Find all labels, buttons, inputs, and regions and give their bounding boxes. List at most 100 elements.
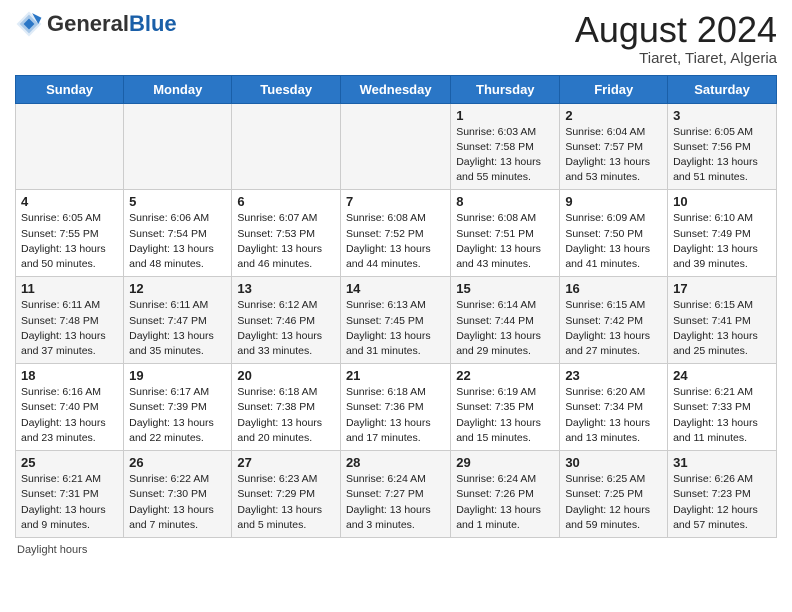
day-info: Sunrise: 6:17 AM Sunset: 7:39 PM Dayligh… [129, 385, 226, 446]
calendar-cell [340, 103, 450, 190]
calendar-cell: 14 Sunrise: 6:13 AM Sunset: 7:45 PM Dayli… [340, 277, 450, 364]
calendar-cell: 13 Sunrise: 6:12 AM Sunset: 7:46 PM Dayli… [232, 277, 341, 364]
calendar-cell: 30Sunrise: 6:25 AM Sunset: 7:25 PM Dayli… [560, 451, 668, 538]
day-number: 31 [673, 455, 771, 470]
logo-general-text: General [47, 11, 129, 36]
calendar-cell: 21 Sunrise: 6:18 AM Sunset: 7:36 PM Dayli… [340, 364, 450, 451]
day-info: Sunrise: 6:21 AM Sunset: 7:31 PM Dayligh… [21, 472, 118, 533]
daylight-label: Daylight hours [17, 544, 87, 556]
calendar-week-row: 18 Sunrise: 6:16 AM Sunset: 7:40 PM Dayli… [16, 364, 777, 451]
day-number: 8 [456, 194, 554, 209]
calendar-cell: 12Sunrise: 6:11 AM Sunset: 7:47 PM Dayli… [124, 277, 232, 364]
day-number: 14 [346, 281, 445, 296]
day-number: 1 [456, 108, 554, 123]
calendar-cell: 2 Sunrise: 6:04 AM Sunset: 7:57 PM Daylig… [560, 103, 668, 190]
day-info: Sunrise: 6:21 AM Sunset: 7:33 PM Dayligh… [673, 385, 771, 446]
calendar-cell: 22 Sunrise: 6:19 AM Sunset: 7:35 PM Dayli… [451, 364, 560, 451]
day-number: 17 [673, 281, 771, 296]
col-header-friday: Friday [560, 75, 668, 103]
day-info: Sunrise: 6:08 AM Sunset: 7:52 PM Dayligh… [346, 211, 445, 272]
col-header-saturday: Saturday [668, 75, 777, 103]
calendar-cell: 27 Sunrise: 6:23 AM Sunset: 7:29 PM Dayli… [232, 451, 341, 538]
day-info: Sunrise: 6:18 AM Sunset: 7:38 PM Dayligh… [237, 385, 335, 446]
day-number: 11 [21, 281, 118, 296]
calendar-week-row: 11 Sunrise: 6:11 AM Sunset: 7:48 PM Dayli… [16, 277, 777, 364]
day-info: Sunrise: 6:24 AM Sunset: 7:26 PM Dayligh… [456, 472, 554, 533]
calendar-week-row: 1Sunrise: 6:03 AM Sunset: 7:58 PM Daylig… [16, 103, 777, 190]
footer-note: Daylight hours [15, 544, 777, 556]
day-number: 22 [456, 368, 554, 383]
location-subtitle: Tiaret, Tiaret, Algeria [575, 50, 777, 67]
day-info: Sunrise: 6:23 AM Sunset: 7:29 PM Dayligh… [237, 472, 335, 533]
day-number: 6 [237, 194, 335, 209]
day-info: Sunrise: 6:10 AM Sunset: 7:49 PM Dayligh… [673, 211, 771, 272]
day-info: Sunrise: 6:05 AM Sunset: 7:56 PM Dayligh… [673, 125, 771, 186]
day-number: 3 [673, 108, 771, 123]
calendar-cell [232, 103, 341, 190]
day-number: 20 [237, 368, 335, 383]
calendar-cell: 28 Sunrise: 6:24 AM Sunset: 7:27 PM Dayli… [340, 451, 450, 538]
col-header-thursday: Thursday [451, 75, 560, 103]
day-info: Sunrise: 6:06 AM Sunset: 7:54 PM Dayligh… [129, 211, 226, 272]
calendar-cell: 15Sunrise: 6:14 AM Sunset: 7:44 PM Dayli… [451, 277, 560, 364]
calendar-cell: 16Sunrise: 6:15 AM Sunset: 7:42 PM Dayli… [560, 277, 668, 364]
day-number: 28 [346, 455, 445, 470]
day-number: 4 [21, 194, 118, 209]
calendar-cell: 3 Sunrise: 6:05 AM Sunset: 7:56 PM Daylig… [668, 103, 777, 190]
day-number: 24 [673, 368, 771, 383]
logo-icon [15, 10, 43, 38]
calendar-cell: 24 Sunrise: 6:21 AM Sunset: 7:33 PM Dayli… [668, 364, 777, 451]
day-info: Sunrise: 6:13 AM Sunset: 7:45 PM Dayligh… [346, 298, 445, 359]
calendar-cell: 8 Sunrise: 6:08 AM Sunset: 7:51 PM Daylig… [451, 190, 560, 277]
day-number: 19 [129, 368, 226, 383]
day-info: Sunrise: 6:18 AM Sunset: 7:36 PM Dayligh… [346, 385, 445, 446]
calendar-header-row: SundayMondayTuesdayWednesdayThursdayFrid… [16, 75, 777, 103]
day-number: 2 [565, 108, 662, 123]
calendar-week-row: 4 Sunrise: 6:05 AM Sunset: 7:55 PM Daylig… [16, 190, 777, 277]
day-number: 13 [237, 281, 335, 296]
calendar-cell: 1Sunrise: 6:03 AM Sunset: 7:58 PM Daylig… [451, 103, 560, 190]
day-info: Sunrise: 6:19 AM Sunset: 7:35 PM Dayligh… [456, 385, 554, 446]
day-number: 5 [129, 194, 226, 209]
day-number: 9 [565, 194, 662, 209]
calendar-cell: 29 Sunrise: 6:24 AM Sunset: 7:26 PM Dayli… [451, 451, 560, 538]
day-info: Sunrise: 6:07 AM Sunset: 7:53 PM Dayligh… [237, 211, 335, 272]
day-number: 18 [21, 368, 118, 383]
calendar-cell: 20 Sunrise: 6:18 AM Sunset: 7:38 PM Dayli… [232, 364, 341, 451]
day-number: 10 [673, 194, 771, 209]
month-year-title: August 2024 [575, 10, 777, 50]
day-info: Sunrise: 6:11 AM Sunset: 7:47 PM Dayligh… [129, 298, 226, 359]
calendar-cell: 9Sunrise: 6:09 AM Sunset: 7:50 PM Daylig… [560, 190, 668, 277]
day-number: 26 [129, 455, 226, 470]
calendar-week-row: 25Sunrise: 6:21 AM Sunset: 7:31 PM Dayli… [16, 451, 777, 538]
day-number: 23 [565, 368, 662, 383]
day-info: Sunrise: 6:05 AM Sunset: 7:55 PM Dayligh… [21, 211, 118, 272]
day-info: Sunrise: 6:24 AM Sunset: 7:27 PM Dayligh… [346, 472, 445, 533]
day-info: Sunrise: 6:26 AM Sunset: 7:23 PM Dayligh… [673, 472, 771, 533]
page-header: GeneralBlue August 2024 Tiaret, Tiaret, … [15, 10, 777, 67]
calendar-cell [16, 103, 124, 190]
day-info: Sunrise: 6:15 AM Sunset: 7:41 PM Dayligh… [673, 298, 771, 359]
day-number: 27 [237, 455, 335, 470]
day-info: Sunrise: 6:14 AM Sunset: 7:44 PM Dayligh… [456, 298, 554, 359]
day-info: Sunrise: 6:12 AM Sunset: 7:46 PM Dayligh… [237, 298, 335, 359]
col-header-sunday: Sunday [16, 75, 124, 103]
col-header-monday: Monday [124, 75, 232, 103]
calendar-cell: 7 Sunrise: 6:08 AM Sunset: 7:52 PM Daylig… [340, 190, 450, 277]
day-info: Sunrise: 6:20 AM Sunset: 7:34 PM Dayligh… [565, 385, 662, 446]
title-block: August 2024 Tiaret, Tiaret, Algeria [575, 10, 777, 67]
day-info: Sunrise: 6:16 AM Sunset: 7:40 PM Dayligh… [21, 385, 118, 446]
day-number: 21 [346, 368, 445, 383]
day-number: 30 [565, 455, 662, 470]
calendar-cell: 19 Sunrise: 6:17 AM Sunset: 7:39 PM Dayli… [124, 364, 232, 451]
col-header-wednesday: Wednesday [340, 75, 450, 103]
day-number: 7 [346, 194, 445, 209]
calendar-table: SundayMondayTuesdayWednesdayThursdayFrid… [15, 75, 777, 538]
calendar-cell: 5 Sunrise: 6:06 AM Sunset: 7:54 PM Daylig… [124, 190, 232, 277]
day-info: Sunrise: 6:11 AM Sunset: 7:48 PM Dayligh… [21, 298, 118, 359]
calendar-cell: 6 Sunrise: 6:07 AM Sunset: 7:53 PM Daylig… [232, 190, 341, 277]
day-info: Sunrise: 6:08 AM Sunset: 7:51 PM Dayligh… [456, 211, 554, 272]
day-info: Sunrise: 6:04 AM Sunset: 7:57 PM Dayligh… [565, 125, 662, 186]
day-number: 29 [456, 455, 554, 470]
calendar-cell: 26Sunrise: 6:22 AM Sunset: 7:30 PM Dayli… [124, 451, 232, 538]
